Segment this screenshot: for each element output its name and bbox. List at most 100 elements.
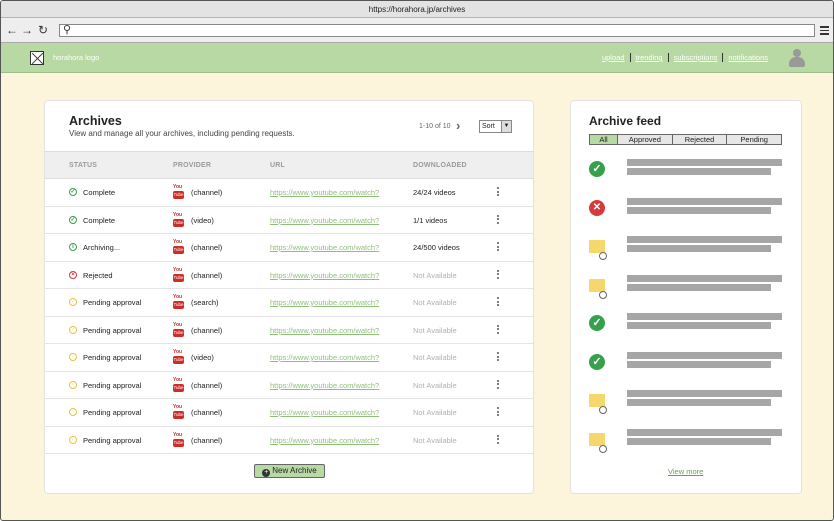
provider-type: (channel) [191, 435, 223, 445]
archive-url-link[interactable]: https://www.youtube.com/watch? [270, 188, 379, 197]
archive-url-link[interactable]: https://www.youtube.com/watch? [270, 271, 379, 280]
chevron-down-icon: ▼ [501, 121, 511, 132]
search-icon: ⚲ [63, 24, 72, 36]
more-options-icon[interactable] [497, 242, 500, 252]
app-header: horahora logo upload trending subscripti… [1, 43, 833, 73]
downloaded-count: 1/1 videos [413, 215, 448, 225]
subscriptions-link[interactable]: subscriptions [667, 53, 723, 62]
table-row[interactable]: · Pending approval You Tube (channel) https:/… [45, 372, 533, 399]
clock-icon [599, 406, 607, 414]
more-options-icon[interactable] [497, 434, 500, 445]
table-row[interactable]: · Pending approval You Tube (channel) https:/… [45, 399, 533, 427]
trending-link[interactable]: trending [629, 53, 668, 62]
feed-item[interactable]: ✓ [589, 313, 785, 343]
feed-text-placeholder [627, 168, 771, 175]
new-archive-button[interactable]: + New Archive [254, 464, 325, 478]
more-options-icon[interactable] [497, 379, 500, 390]
browser-navbar: ← → ↻ ⚲ [1, 18, 833, 43]
view-more-link[interactable]: View more [668, 467, 703, 476]
archive-url-link[interactable]: https://www.youtube.com/watch? [270, 381, 379, 390]
archive-url-link[interactable]: https://www.youtube.com/watch? [270, 436, 379, 445]
feed-text-placeholder [627, 197, 782, 205]
archive-url-link[interactable]: https://www.youtube.com/watch? [270, 408, 379, 417]
table-row[interactable]: · Pending approval You Tube (video) https://w… [45, 344, 533, 372]
feed-item[interactable] [589, 274, 785, 305]
more-options-icon[interactable] [497, 187, 500, 197]
column-header-url[interactable]: URL [270, 162, 285, 169]
address-bar[interactable]: ⚲ [59, 24, 815, 37]
feed-item[interactable]: ✕ [589, 197, 785, 228]
check-circle-icon: ✓ [589, 353, 605, 370]
more-options-icon[interactable] [497, 214, 500, 225]
archive-url-link[interactable]: https://www.youtube.com/watch? [270, 216, 379, 225]
more-options-icon[interactable] [497, 407, 500, 417]
x-circle-icon: ✕ [589, 199, 605, 216]
x-circle-icon: × [69, 270, 77, 279]
more-options-icon[interactable] [497, 324, 500, 335]
logo-text[interactable]: horahora logo [53, 53, 99, 62]
table-row[interactable]: ✓ Complete You Tube (video) https://www.youtu… [45, 207, 533, 234]
reload-icon[interactable]: ↻ [38, 23, 48, 37]
feed-item[interactable]: ✓ [589, 159, 785, 189]
table-row[interactable]: · Pending approval You Tube (search) https://… [45, 289, 533, 317]
downloaded-count: Not Available [413, 353, 457, 362]
feed-item[interactable]: ✓ [589, 351, 785, 382]
provider-type: (channel) [191, 325, 223, 335]
tab-approved[interactable]: Approved [617, 135, 672, 144]
table-row[interactable]: · Pending approval You Tube (channel) https:/… [45, 427, 533, 454]
column-header-downloaded[interactable]: DOWNLOADED [413, 162, 467, 169]
provider-type: (video) [191, 353, 214, 362]
tab-rejected[interactable]: Rejected [671, 135, 727, 144]
youtube-icon: You Tube [173, 404, 184, 419]
table-row[interactable]: i Archiving... You Tube (channel) https://www… [45, 234, 533, 262]
table-row[interactable]: ✓ Complete You Tube (channel) https://www.you… [45, 179, 533, 207]
provider-type: (channel) [191, 243, 223, 252]
archives-card: Archives View and manage all your archiv… [44, 100, 534, 494]
more-options-icon[interactable] [497, 352, 500, 362]
status-text: Pending approval [83, 380, 142, 390]
feed-item[interactable] [589, 236, 785, 266]
back-arrow-icon[interactable]: ← [6, 23, 18, 37]
more-options-icon[interactable] [497, 269, 500, 280]
more-options-icon[interactable] [497, 297, 500, 307]
archive-url-link[interactable]: https://www.youtube.com/watch? [270, 326, 379, 335]
feed-text-placeholder [627, 236, 782, 243]
youtube-icon: You Tube [173, 376, 184, 392]
status-text: Rejected [83, 270, 113, 280]
feed-text-placeholder [627, 322, 771, 329]
feed-text-placeholder [627, 390, 782, 397]
tab-pending[interactable]: Pending [726, 135, 782, 144]
archive-url-link[interactable]: https://www.youtube.com/watch? [270, 243, 379, 252]
feed-text-placeholder [627, 313, 782, 320]
notifications-link[interactable]: notifications [722, 53, 773, 62]
sort-select[interactable]: Sort ▼ [479, 120, 512, 133]
downloaded-count: Not Available [413, 435, 457, 445]
table-row[interactable]: · Pending approval You Tube (channel) https:/… [45, 317, 533, 344]
feed-text-placeholder [627, 159, 782, 166]
clock-circle-icon: · [69, 435, 77, 444]
feed-item[interactable] [589, 428, 785, 459]
upload-link[interactable]: upload [597, 53, 630, 62]
check-circle-icon: ✓ [589, 315, 605, 331]
check-circle-icon: ✓ [69, 215, 77, 224]
column-header-provider[interactable]: PROVIDER [173, 162, 211, 169]
forward-arrow-icon[interactable]: → [21, 23, 33, 37]
status-text: Pending approval [83, 325, 142, 335]
logo-placeholder-icon[interactable] [30, 51, 44, 65]
feed-item[interactable] [589, 390, 785, 420]
archive-url-link[interactable]: https://www.youtube.com/watch? [270, 298, 379, 307]
user-avatar-icon[interactable] [789, 49, 805, 67]
table-row[interactable]: × Rejected You Tube (channel) https://www.you… [45, 262, 533, 289]
youtube-icon: You Tube [173, 211, 184, 227]
column-header-status[interactable]: STATUS [69, 162, 97, 169]
status-text: Pending approval [83, 408, 142, 417]
browser-menu-icon[interactable] [820, 26, 829, 35]
archives-subtitle: View and manage all your archives, inclu… [69, 129, 295, 138]
chevron-right-icon[interactable]: › [456, 118, 460, 133]
tab-all[interactable]: All [590, 135, 617, 144]
info-circle-icon: i [69, 243, 77, 251]
archive-url-link[interactable]: https://www.youtube.com/watch? [270, 353, 379, 362]
provider-type: (channel) [191, 380, 223, 390]
provider-type: (search) [191, 298, 219, 307]
downloaded-count: Not Available [413, 270, 457, 280]
